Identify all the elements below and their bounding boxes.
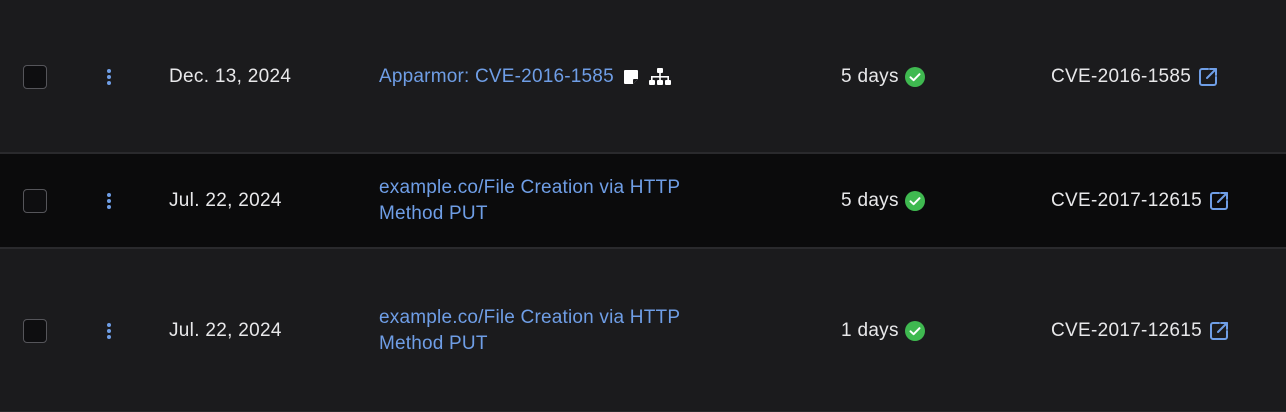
cve-cell: CVE-2017-12615 [1051, 190, 1230, 212]
date-cell: Jul. 22, 2024 [169, 319, 282, 341]
cve-id: CVE-2016-1585 [1051, 65, 1192, 87]
finding-title-text[interactable]: Apparmor: CVE-2016-1585 [379, 64, 614, 90]
external-link-button[interactable] [1208, 190, 1230, 212]
external-link-icon[interactable] [1197, 66, 1219, 88]
row-menu-button[interactable] [101, 65, 117, 89]
duration-cell: 1 days [841, 320, 925, 342]
note-icon [623, 69, 638, 84]
row-menu-button[interactable] [101, 319, 117, 343]
duration-text: 5 days [841, 65, 899, 87]
kebab-vertical-icon[interactable] [106, 68, 112, 86]
findings-table: Dec. 13, 2024 Apparmor: CVE-2016-1585 5 … [0, 0, 1286, 412]
check-circle-icon [904, 66, 925, 87]
cve-id: CVE-2017-12615 [1051, 190, 1203, 211]
cve-id: CVE-2017-12615 [1051, 319, 1203, 341]
external-link-button[interactable] [1208, 320, 1230, 342]
finding-title-line2[interactable]: Method PUT [379, 331, 739, 357]
hierarchy-icon [648, 67, 671, 85]
table-row: Dec. 13, 2024 Apparmor: CVE-2016-1585 5 … [0, 0, 1286, 153]
external-link-button[interactable] [1197, 66, 1219, 88]
finding-title-link[interactable]: example.co/File Creation via HTTP Method… [379, 305, 739, 357]
table-row: Jul. 22, 2024 example.co/File Creation v… [0, 153, 1286, 249]
row-select-checkbox[interactable] [23, 318, 47, 343]
duration-text: 5 days [841, 190, 899, 211]
table-row: Jul. 22, 2024 example.co/File Creation v… [0, 249, 1286, 412]
date-cell: Jul. 22, 2024 [169, 190, 282, 211]
duration-text: 1 days [841, 319, 899, 341]
check-circle-icon [904, 320, 925, 341]
external-link-icon[interactable] [1208, 320, 1230, 342]
date-cell: Dec. 13, 2024 [169, 65, 292, 87]
row-select-checkbox[interactable] [23, 189, 47, 213]
finding-title-line1[interactable]: example.co/File Creation via HTTP [379, 305, 739, 331]
cve-cell: CVE-2016-1585 [1051, 66, 1219, 88]
row-menu-button[interactable] [101, 189, 117, 213]
kebab-vertical-icon[interactable] [106, 322, 112, 340]
duration-cell: 5 days [841, 66, 925, 88]
check-circle-icon [904, 191, 925, 211]
finding-title-line2[interactable]: Method PUT [379, 201, 739, 227]
finding-title-link[interactable]: example.co/File Creation via HTTP Method… [379, 175, 739, 227]
finding-title-link[interactable]: Apparmor: CVE-2016-1585 [379, 64, 739, 90]
cve-cell: CVE-2017-12615 [1051, 320, 1230, 342]
external-link-icon[interactable] [1208, 190, 1230, 212]
duration-cell: 5 days [841, 190, 925, 212]
row-select-checkbox[interactable] [23, 64, 47, 89]
kebab-vertical-icon[interactable] [106, 192, 112, 210]
finding-title-line1[interactable]: example.co/File Creation via HTTP [379, 175, 739, 201]
